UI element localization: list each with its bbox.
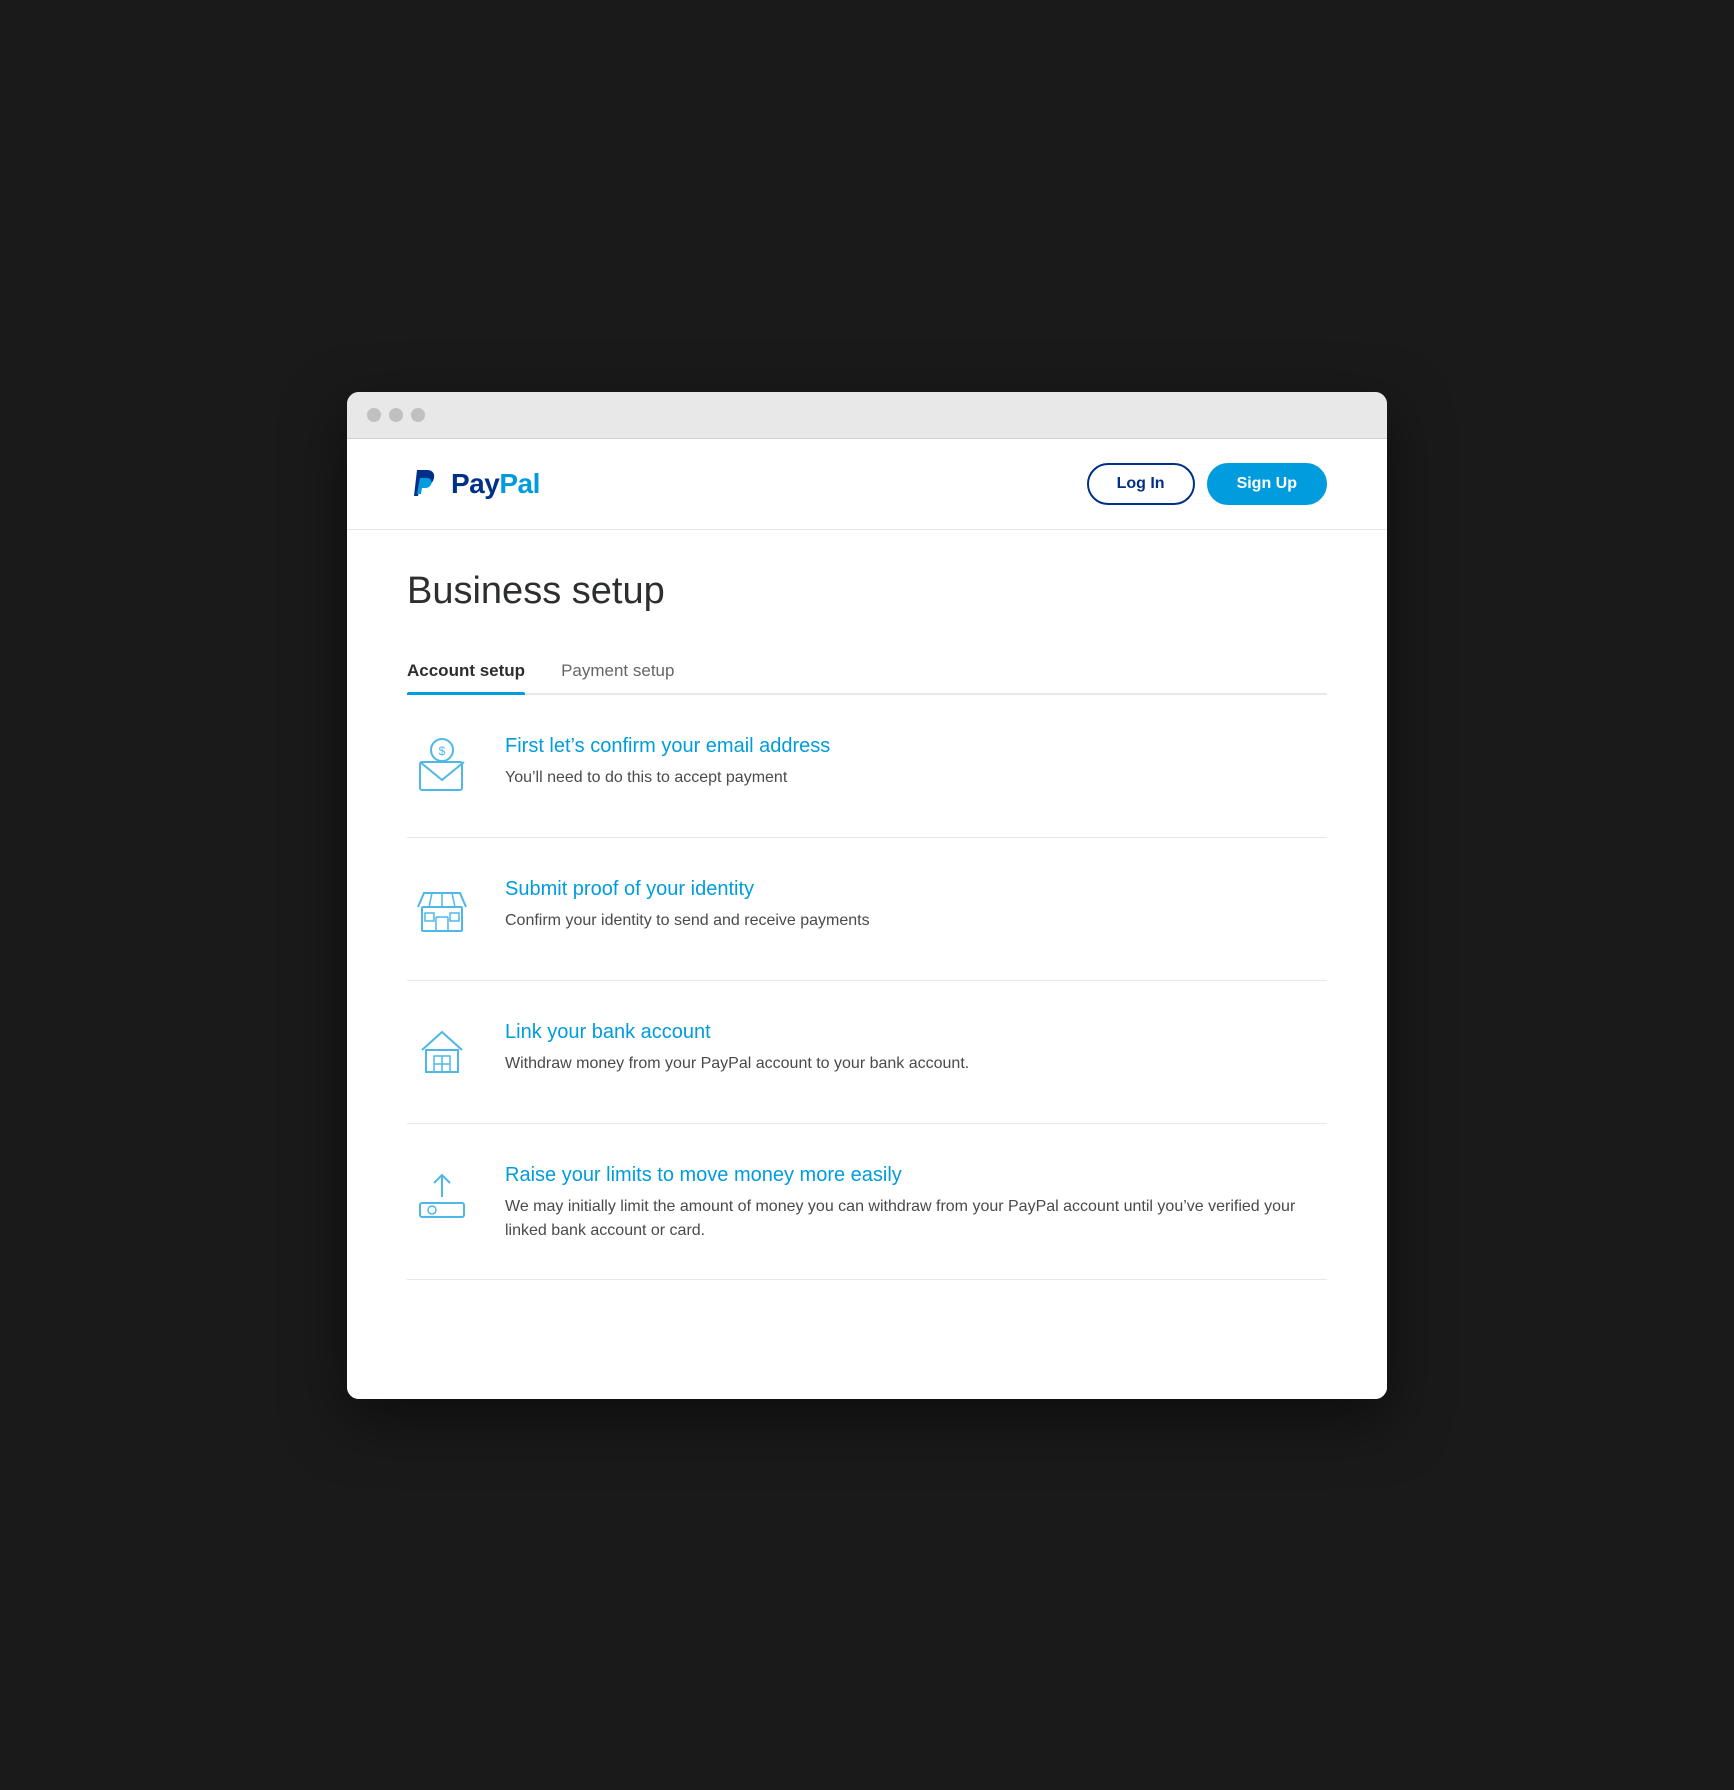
upload-card-icon — [407, 1160, 477, 1230]
tab-account-setup[interactable]: Account setup — [407, 649, 525, 693]
main-content: Business setup Account setup Payment set… — [347, 530, 1387, 1340]
browser-chrome — [347, 392, 1387, 439]
signup-button[interactable]: Sign Up — [1207, 463, 1327, 505]
site-header: PayPal Log In Sign Up — [347, 439, 1387, 530]
bank-icon — [407, 1017, 477, 1087]
item-text-submit-identity: Submit proof of your identity Confirm yo… — [505, 874, 1327, 933]
item-title-link-bank: Link your bank account — [505, 1021, 1327, 1044]
header-buttons: Log In Sign Up — [1087, 463, 1327, 505]
svg-text:$: $ — [439, 744, 446, 758]
tabs-container: Account setup Payment setup — [407, 649, 1327, 695]
paypal-logo: PayPal — [451, 468, 540, 500]
item-text-confirm-email: First let’s confirm your email address Y… — [505, 731, 1327, 790]
item-title-raise-limits: Raise your limits to move money more eas… — [505, 1164, 1327, 1187]
item-text-link-bank: Link your bank account Withdraw money fr… — [505, 1017, 1327, 1076]
setup-item-raise-limits[interactable]: Raise your limits to move money more eas… — [407, 1124, 1327, 1280]
setup-item-submit-identity[interactable]: Submit proof of your identity Confirm yo… — [407, 838, 1327, 981]
item-text-raise-limits: Raise your limits to move money more eas… — [505, 1160, 1327, 1243]
tab-payment-setup[interactable]: Payment setup — [561, 649, 674, 693]
item-desc-confirm-email: You’ll need to do this to accept payment — [505, 766, 1327, 790]
email-money-icon: $ — [407, 731, 477, 801]
store-icon — [407, 874, 477, 944]
setup-list: $ First let’s confirm your email address… — [407, 695, 1327, 1280]
traffic-light-minimize[interactable] — [389, 408, 403, 422]
setup-item-confirm-email[interactable]: $ First let’s confirm your email address… — [407, 695, 1327, 838]
browser-window: PayPal Log In Sign Up Business setup Acc… — [347, 392, 1387, 1399]
page-title: Business setup — [407, 570, 1327, 613]
item-desc-link-bank: Withdraw money from your PayPal account … — [505, 1052, 1327, 1076]
page-content: PayPal Log In Sign Up Business setup Acc… — [347, 439, 1387, 1399]
traffic-light-close[interactable] — [367, 408, 381, 422]
login-button[interactable]: Log In — [1087, 463, 1195, 505]
paypal-p-icon — [407, 466, 443, 502]
logo-area: PayPal — [407, 466, 540, 502]
item-desc-raise-limits: We may initially limit the amount of mon… — [505, 1195, 1327, 1243]
item-title-submit-identity: Submit proof of your identity — [505, 878, 1327, 901]
item-title-confirm-email: First let’s confirm your email address — [505, 735, 1327, 758]
traffic-light-maximize[interactable] — [411, 408, 425, 422]
setup-item-link-bank[interactable]: Link your bank account Withdraw money fr… — [407, 981, 1327, 1124]
item-desc-submit-identity: Confirm your identity to send and receiv… — [505, 909, 1327, 933]
